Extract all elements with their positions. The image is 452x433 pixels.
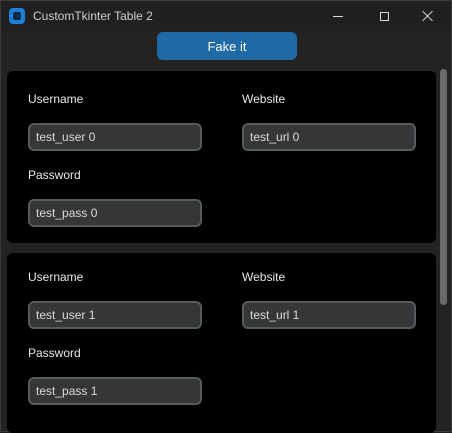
password-field[interactable]: test_pass 0 [28,199,202,227]
username-label: Username [28,270,84,284]
entry-card: Username test_user 1 Website test_url 1 … [7,253,436,433]
app-window: CustomTkinter Table 2 Fake it Username t… [0,0,452,433]
title-bar[interactable]: CustomTkinter Table 2 [1,1,451,31]
close-button[interactable] [405,1,451,31]
password-label: Password [28,346,81,360]
website-label: Website [242,92,286,106]
app-icon [9,8,25,24]
website-field[interactable]: test_url 1 [242,301,416,329]
minimize-button[interactable] [315,1,361,31]
window-title: CustomTkinter Table 2 [33,9,153,23]
password-field[interactable]: test_pass 1 [28,377,202,405]
maximize-icon [379,11,389,21]
password-label: Password [28,168,81,182]
username-label: Username [28,92,84,106]
scrollbar-thumb[interactable] [440,69,447,305]
minimize-icon [333,15,343,17]
website-field[interactable]: test_url 0 [242,123,416,151]
vertical-scrollbar[interactable] [440,67,450,433]
close-icon [422,10,434,22]
scrollable-frame[interactable]: Username test_user 0 Website test_url 0 … [7,67,451,433]
fake-it-button[interactable]: Fake it [157,32,297,60]
entry-card: Username test_user 0 Website test_url 0 … [7,71,436,243]
username-field[interactable]: test_user 0 [28,123,202,151]
maximize-button[interactable] [361,1,407,31]
website-label: Website [242,270,286,284]
username-field[interactable]: test_user 1 [28,301,202,329]
